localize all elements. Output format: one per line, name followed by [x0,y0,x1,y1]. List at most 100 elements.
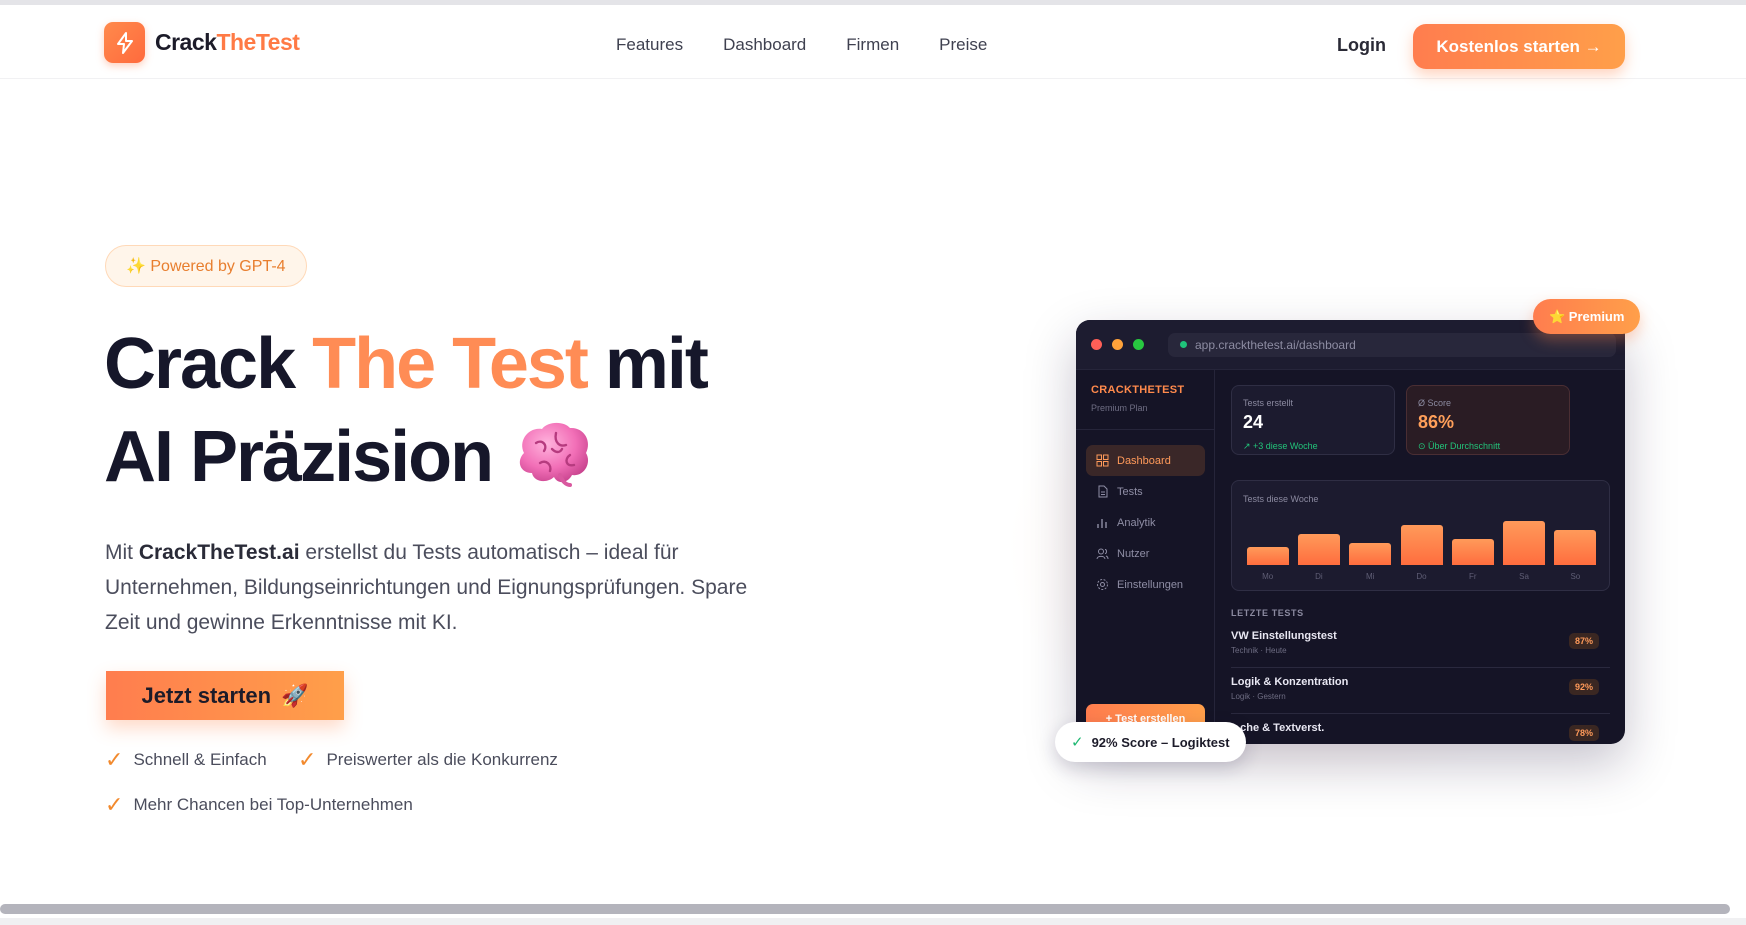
chart-bar-fr [1451,538,1494,565]
gear-icon [1097,579,1108,590]
recent-test-name: VW Einstellungstest [1231,630,1337,642]
chart-bar-di [1297,534,1340,565]
mockup-nav-label: Nutzer [1117,547,1150,560]
recent-test-name: Logik & Konzentration [1231,676,1349,688]
chart-tick-label: Di [1315,572,1323,581]
logo-text-part2: TheTest [216,29,300,55]
hero-title-part1: Crack [104,324,296,404]
chart-bar-so [1554,529,1597,565]
login-link[interactable]: Login [1337,35,1386,56]
bar-chart-icon [1097,519,1107,528]
mockup-nav-nutzer: Nutzer [1086,538,1205,569]
mockup-nav-analytik: Analytik [1086,507,1205,538]
main-menu: Features Dashboard Firmen Preise [616,35,987,55]
feature-item: ✓ Schnell & Einfach [105,747,267,773]
recent-test-row: ...che & Textverst. 78% [1231,714,1610,744]
check-icon: ✓ [298,747,317,772]
recent-test-meta: Technik · Heute [1231,646,1287,655]
mockup-sidebar-brand: CRACKTHETEST [1091,384,1185,396]
lightning-icon [104,22,145,63]
hero-desc-prefix: Mit [105,541,133,564]
premium-badge: ⭐ Premium [1533,299,1641,334]
feature-item: ✓ Mehr Chancen bei Top-Unternehmen [105,792,413,818]
start-button-label: Jetzt starten [141,682,272,708]
powered-by-badge: ✨ Powered by GPT-4 [105,245,307,287]
feature-label: Preiswerter als die Konkurrenz [326,750,558,769]
logo-text: CrackTheTest [155,29,300,56]
mockup-url: app.crackthetest.ai/dashboard [1195,337,1356,352]
weekly-tests-chart: Tests diese Woche Mo Di Mi Do Fr Sa So [1231,480,1610,591]
hero-title-highlight: The Test [312,324,589,404]
top-navigation: CrackTheTest Features Dashboard Firmen P… [0,5,1746,79]
stat-card-tests: Tests erstellt 24 ↗ +3 diese Woche [1231,385,1395,455]
rocket-icon: 🚀 [281,682,309,708]
grid-icon [1096,454,1109,467]
hero-title: Crack The Test mit AI Präzision [104,318,709,504]
nav-features[interactable]: Features [616,35,683,55]
recent-test-score: 78% [1568,725,1599,741]
horizontal-scrollbar[interactable] [0,904,1730,914]
recent-tests-title: LETZTE TESTS [1231,608,1304,618]
check-icon: ✓ [105,792,124,817]
chart-bar-sa [1503,521,1546,565]
stat-value: 24 [1243,412,1264,432]
brain-icon [514,417,592,487]
dashboard-mockup: app.crackthetest.ai/dashboard CRACKTHETE… [1076,320,1625,744]
hero-title-part2: mit [604,324,709,404]
mockup-nav-label: Tests [1117,485,1143,498]
stat-sub: ⊙ Über Durchschnitt [1418,441,1501,451]
chart-title: Tests diese Woche [1243,494,1319,504]
chart-tick-label: Sa [1519,572,1529,581]
browser-bottom-border [0,918,1746,925]
divider [1076,429,1215,430]
stat-label: Tests erstellt [1243,398,1294,408]
mockup-nav-tests: Tests [1086,476,1205,507]
nav-dashboard[interactable]: Dashboard [723,35,806,55]
chart-tick-label: Do [1416,572,1427,581]
chart-tick-label: Fr [1469,572,1477,581]
logo-text-part1: Crack [155,29,217,55]
stat-value: 86% [1418,412,1455,432]
mockup-url-bar: app.crackthetest.ai/dashboard [1168,332,1616,357]
start-button[interactable]: Jetzt starten 🚀 [106,671,344,720]
chart-bar-mo [1246,547,1289,565]
chart-tick-label: Mo [1262,572,1274,581]
chart-tick-label: Mi [1365,572,1375,581]
signup-button[interactable]: Kostenlos starten → [1413,24,1625,69]
feature-label: Mehr Chancen bei Top-Unternehmen [133,795,413,814]
stat-card-score: Ø Score 86% ⊙ Über Durchschnitt [1406,385,1570,455]
nav-preise[interactable]: Preise [939,35,987,55]
feature-item: ✓ Preiswerter als die Konkurrenz [298,747,558,773]
mockup-nav-einstellungen: Einstellungen [1086,569,1205,600]
score-toast: ✓ 92% Score – Logiktest [1055,722,1246,762]
users-icon [1096,548,1109,560]
stat-label: Ø Score [1418,398,1452,408]
mockup-nav-label: Analytik [1117,516,1156,529]
check-icon: ✓ [1071,734,1084,751]
secure-dot-icon [1180,341,1187,348]
recent-test-name: ...che & Textverst. [1231,722,1325,734]
recent-test-row: Logik & Konzentration Logik · Gestern 92… [1231,668,1610,714]
recent-test-meta: Logik · Gestern [1231,692,1286,701]
mockup-sidebar: CRACKTHETEST Premium Plan Dashboard Test… [1076,370,1215,744]
mockup-sidebar-plan: Premium Plan [1091,403,1148,413]
chart-bar-do [1400,525,1443,565]
score-toast-label: 92% Score – Logiktest [1091,734,1230,750]
logo[interactable]: CrackTheTest [104,22,300,63]
chart-tick-label: So [1570,572,1581,581]
mockup-nav-label: Einstellungen [1117,578,1184,591]
recent-test-score: 87% [1568,633,1599,649]
mockup-nav-label: Dashboard [1117,454,1171,467]
maximize-dot-icon [1133,339,1144,350]
hero-desc-brand: CrackTheTest.ai [138,541,300,564]
feature-label: Schnell & Einfach [133,750,267,769]
hero-title-line2: AI Präzision [104,417,494,497]
check-icon: ✓ [105,747,124,772]
mockup-nav-dashboard: Dashboard [1086,445,1205,476]
minimize-dot-icon [1112,339,1123,350]
chart-bar-mi [1349,543,1392,565]
close-dot-icon [1091,339,1102,350]
nav-firmen[interactable]: Firmen [846,35,899,55]
document-icon [1098,485,1108,498]
recent-test-score: 92% [1568,679,1599,695]
